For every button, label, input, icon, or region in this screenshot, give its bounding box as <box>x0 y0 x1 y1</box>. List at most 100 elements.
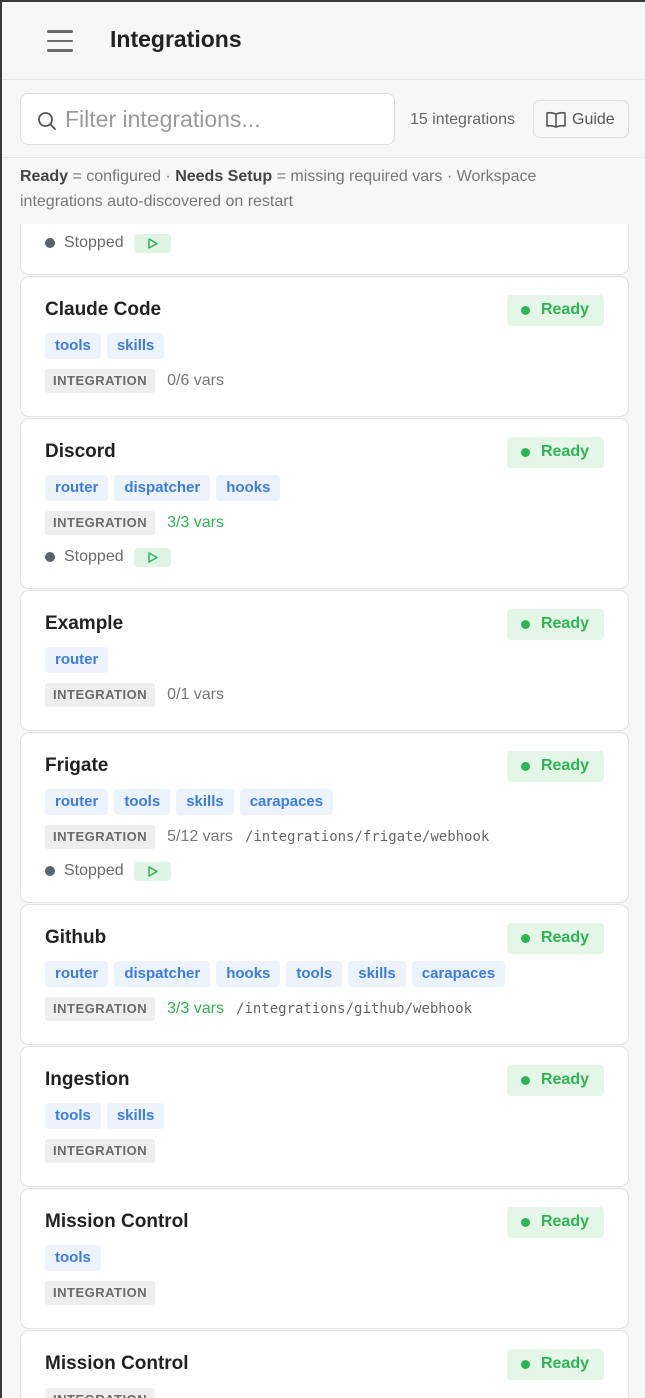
play-icon <box>147 865 158 877</box>
integration-card[interactable]: Github Ready router dispatcher hooks tools ski… <box>20 904 629 1045</box>
status-label: Ready <box>540 443 589 460</box>
start-button[interactable] <box>133 233 171 253</box>
status-badge: Ready <box>506 750 604 782</box>
integration-card[interactable]: Discord Ready router dispatcher hooks INTEGRA… <box>20 418 629 589</box>
integration-card[interactable]: Ingestion Ready tools skills INTEGRATION <box>20 1046 629 1187</box>
webhook-path: /integrations/frigate/webhook <box>244 829 490 845</box>
capability-tags: router tools skills carapaces <box>45 789 604 815</box>
run-state: Stopped <box>45 230 604 256</box>
hamburger-menu-icon[interactable] <box>47 30 73 52</box>
integration-meta: INTEGRATION <box>45 1280 604 1306</box>
status-badge: Ready <box>506 608 604 640</box>
integration-meta: INTEGRATION 3/3 vars/integrations/github/… <box>45 996 604 1022</box>
capability-tag: dispatcher <box>114 475 211 501</box>
play-icon <box>147 551 158 563</box>
capability-tags: tools skills <box>45 333 604 359</box>
guide-label: Guide <box>572 111 615 128</box>
guide-button[interactable]: Guide <box>533 100 629 138</box>
capability-tag: carapaces <box>411 961 506 987</box>
integration-card[interactable]: Example Ready router INTEGRATION 0/1 vars <box>20 590 629 731</box>
search-input[interactable] <box>65 104 385 134</box>
integration-card[interactable]: Claude Code Ready tools skills INTEGRATION 0/… <box>20 276 629 417</box>
capability-tag: router <box>45 475 109 501</box>
search-box[interactable] <box>20 93 395 145</box>
capability-tags: router <box>45 647 604 673</box>
integration-list: BluebubblesReadyrouterdispatcherhookstoo… <box>20 224 629 1398</box>
integration-name: Github <box>45 927 107 948</box>
page-title: Integrations <box>110 26 242 52</box>
status-label: Ready <box>540 929 589 946</box>
capability-tag: hooks <box>216 475 281 501</box>
capability-tag: carapaces <box>239 789 334 815</box>
status-dot-icon <box>520 1217 530 1227</box>
stopped-dot-icon <box>45 552 55 562</box>
status-dot-icon <box>520 447 530 457</box>
card-header: Claude Code Ready <box>45 294 604 326</box>
integration-kind-badge: INTEGRATION <box>45 683 156 707</box>
integration-name: Frigate <box>45 755 109 776</box>
integration-kind-badge: INTEGRATION <box>45 511 156 535</box>
card-header: Ingestion Ready <box>45 1064 604 1096</box>
capability-tag: tools <box>45 1245 101 1271</box>
integration-count: 15 integrations <box>410 111 515 128</box>
status-dot-icon <box>520 305 530 315</box>
capability-tags: tools <box>45 1245 604 1271</box>
top-bar: Integrations <box>2 2 645 80</box>
webhook-path: /integrations/github/webhook <box>236 1001 473 1017</box>
vars-count: 3/3 vars <box>167 514 225 531</box>
search-icon <box>38 112 56 130</box>
integration-kind-badge: INTEGRATION <box>45 825 156 849</box>
card-header: Mission Control Ready <box>45 1206 604 1238</box>
legend-setup-term: Needs Setup <box>175 168 273 185</box>
integration-name: Ingestion <box>45 1069 130 1090</box>
capability-tags: tools skills <box>45 1103 604 1129</box>
capability-tag: hooks <box>216 961 281 987</box>
stopped-dot-icon <box>45 866 55 876</box>
integration-list-viewport[interactable]: BluebubblesReadyrouterdispatcherhookstoo… <box>2 224 645 1398</box>
capability-tag: skills <box>106 1103 165 1129</box>
toolbar: 15 integrations Guide <box>2 80 645 158</box>
start-button[interactable] <box>133 861 171 881</box>
status-badge: Ready <box>506 1206 604 1238</box>
integration-meta: INTEGRATION 0/1 vars <box>45 682 604 708</box>
vars-count: 5/12 vars <box>167 828 233 845</box>
integration-name: Example <box>45 613 124 634</box>
status-dot-icon <box>520 1075 530 1085</box>
start-button[interactable] <box>133 547 171 567</box>
integration-card[interactable]: Mission Control Ready INTEGRATION <box>20 1330 629 1398</box>
status-label: Ready <box>540 615 589 632</box>
vars-count: 0/6 vars <box>167 372 225 389</box>
run-state-label: Stopped <box>64 548 124 565</box>
run-state-label: Stopped <box>64 234 124 251</box>
integration-meta: INTEGRATION <box>45 1138 604 1164</box>
integration-card[interactable]: Mission Control Ready tools INTEGRATION <box>20 1188 629 1329</box>
vars-count: 3/3 vars <box>167 1000 225 1017</box>
capability-tags: router dispatcher hooks tools skills carapace… <box>45 961 604 987</box>
card-header: Discord Ready <box>45 436 604 468</box>
integration-card[interactable]: BluebubblesReadyrouterdispatcherhookstoo… <box>20 224 629 275</box>
integration-kind-badge: INTEGRATION <box>45 1139 156 1163</box>
status-badge: Ready <box>506 922 604 954</box>
capability-tags: router dispatcher hooks <box>45 475 604 501</box>
stopped-dot-icon <box>45 238 55 248</box>
integration-name: Discord <box>45 441 116 462</box>
run-state: Stopped <box>45 858 604 884</box>
status-legend: Ready = configured · Needs Setup = missi… <box>20 164 620 214</box>
play-icon <box>147 237 158 249</box>
integration-name: Mission Control <box>45 1211 189 1232</box>
integration-name: Claude Code <box>45 299 162 320</box>
integration-card[interactable]: Frigate Ready router tools skills carapaces IN… <box>20 732 629 903</box>
vars-count: 0/1 vars <box>167 686 225 703</box>
integration-kind-badge: INTEGRATION <box>45 997 156 1021</box>
legend-ready-desc: = configured · <box>68 168 176 185</box>
book-open-icon <box>546 111 566 128</box>
capability-tag: skills <box>106 333 165 359</box>
status-badge: Ready <box>506 436 604 468</box>
capability-tag: tools <box>286 961 343 987</box>
integration-meta: INTEGRATION 5/12 vars/integrations/frigat… <box>45 824 604 850</box>
card-header: Mission Control Ready <box>45 1348 604 1380</box>
capability-tag: router <box>45 647 109 673</box>
capability-tag: skills <box>176 789 234 815</box>
capability-tag: skills <box>348 961 406 987</box>
capability-tag: tools <box>45 333 101 359</box>
